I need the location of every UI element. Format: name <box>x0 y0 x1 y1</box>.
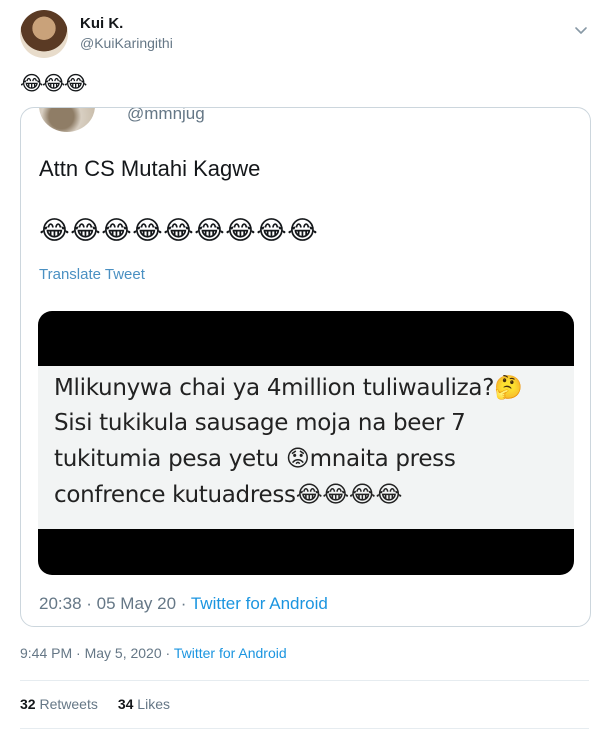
laughing-emoji-icon: 😂 <box>42 71 66 95</box>
media-image[interactable]: Mlikunywa chai ya 4million tuliwauliza?🤔… <box>38 311 574 575</box>
media-text-line: confrence kutuadress😂😂😂😂 <box>54 482 403 508</box>
laughing-emoji-icon: 😂 <box>64 71 88 95</box>
divider <box>20 728 589 729</box>
author-name[interactable]: Kui K. <box>80 15 123 32</box>
retweets-label: Retweets <box>39 696 98 712</box>
laughing-emoji-icon: 😂 <box>132 216 163 246</box>
likes-stat[interactable]: 34 Likes <box>118 696 170 712</box>
translate-tweet-link[interactable]: Translate Tweet <box>39 266 145 283</box>
laughing-emoji-icon: 😂 <box>70 216 101 246</box>
tweet-text: 😂😂😂 <box>20 71 88 96</box>
quoted-handle: @mmnjug <box>127 107 205 123</box>
laughing-emoji-icon: 😂 <box>39 216 70 246</box>
avatar[interactable] <box>20 10 68 58</box>
media-text-line: Sisi tukikula sausage moja na beer 7 <box>54 410 466 436</box>
chevron-down-icon[interactable] <box>573 22 589 38</box>
quoted-time: 20:38 · 05 May 20 · <box>39 594 191 613</box>
laughing-emoji-icon: 😂 <box>194 216 225 246</box>
quoted-avatar <box>39 108 95 132</box>
tweet-timestamp: 9:44 PM · May 5, 2020 · Twitter for Andr… <box>20 645 287 661</box>
screenshot-text-panel: Mlikunywa chai ya 4million tuliwauliza?🤔… <box>38 366 574 529</box>
quoted-source-link[interactable]: Twitter for Android <box>191 594 328 613</box>
tweet-stats: 32 Retweets 34 Likes <box>20 696 170 712</box>
laughing-emoji-icon: 😂 <box>101 216 132 246</box>
laughing-emoji-icon: 😂 <box>256 216 287 246</box>
quoted-text: Attn CS Mutahi Kagwe <box>39 156 261 181</box>
laughing-emoji-icon: 😂 <box>225 216 256 246</box>
laughing-emoji-icon: 😂 <box>163 216 194 246</box>
quoted-tweet-card[interactable]: @mmnjug Attn CS Mutahi Kagwe 😂😂😂😂😂😂😂😂😂 T… <box>20 107 591 627</box>
quoted-emoji-line: 😂😂😂😂😂😂😂😂😂 <box>39 215 318 246</box>
tweet-source-link[interactable]: Twitter for Android <box>174 645 287 661</box>
divider <box>20 680 589 681</box>
laughing-emoji-icon: 😂 <box>287 216 318 246</box>
media-text-line: tukitumia pesa yetu 😟mnaita press <box>54 446 456 472</box>
tweet-time[interactable]: 9:44 PM · May 5, 2020 · <box>20 645 174 661</box>
quoted-meta: 20:38 · 05 May 20 · Twitter for Android <box>39 594 328 614</box>
likes-count: 34 <box>117 696 134 712</box>
laughing-emoji-icon: 😂 <box>20 71 44 95</box>
retweets-count: 32 <box>20 696 36 712</box>
media-text-line: Mlikunywa chai ya 4million tuliwauliza?🤔 <box>54 375 523 401</box>
author-handle[interactable]: @KuiKaringithi <box>80 35 173 51</box>
retweets-stat[interactable]: 32 Retweets <box>20 696 98 712</box>
likes-label: Likes <box>137 696 170 712</box>
